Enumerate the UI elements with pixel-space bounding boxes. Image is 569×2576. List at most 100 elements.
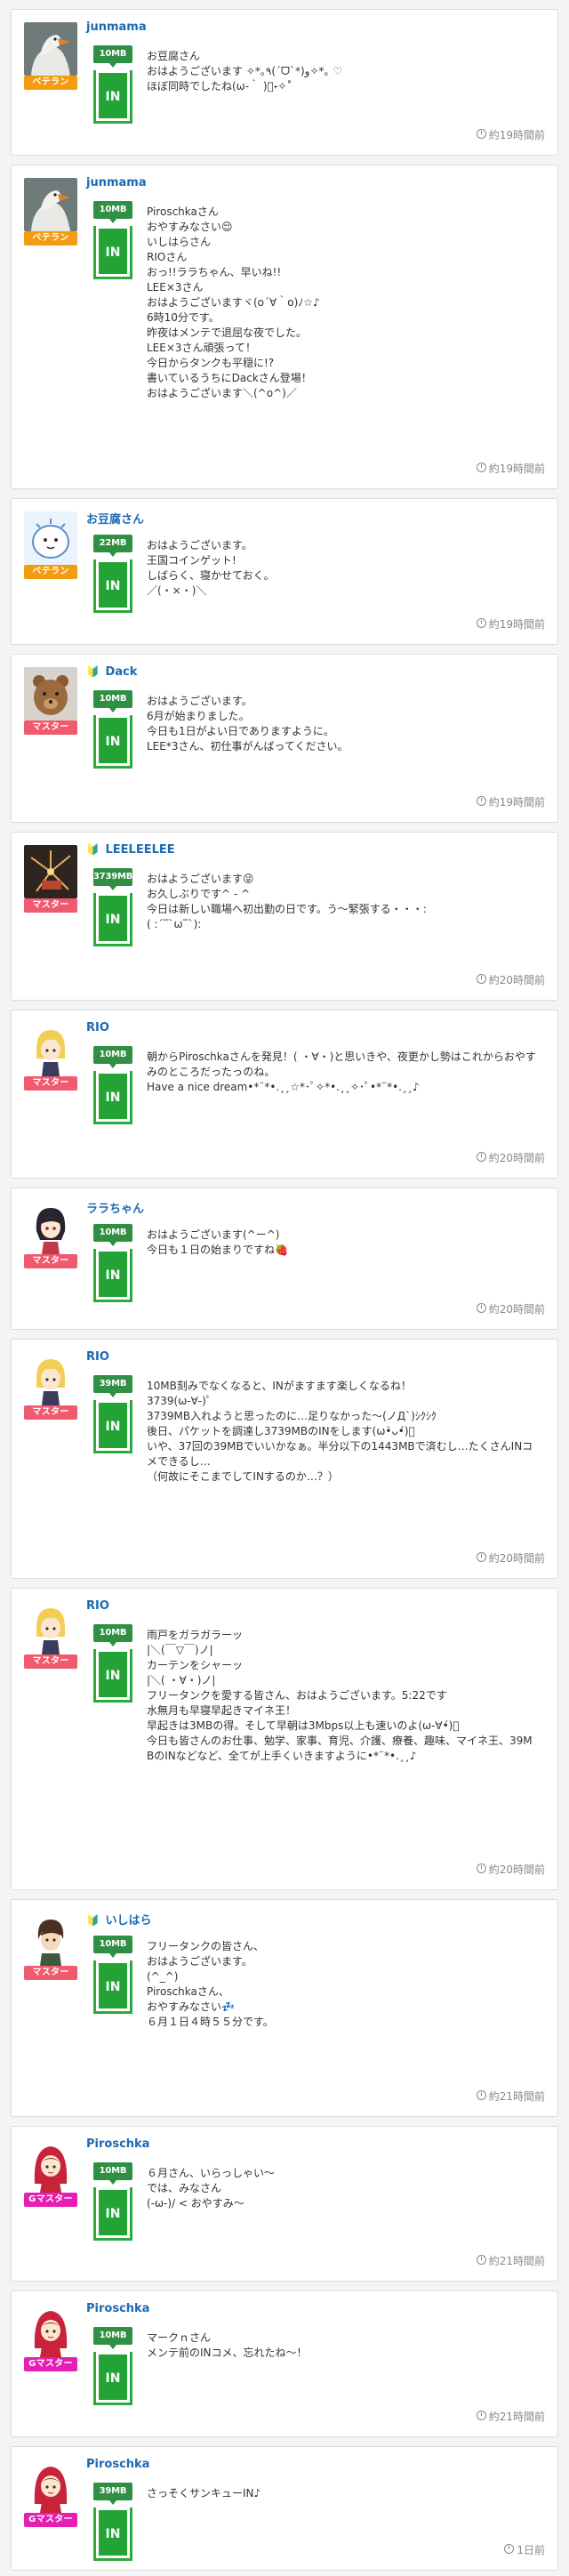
- post-timestamp[interactable]: 約19時間前: [476, 794, 545, 809]
- post-timestamp[interactable]: 約19時間前: [476, 616, 545, 632]
- message-line: Piroschkaさん、: [147, 1985, 229, 1998]
- post-timestamp[interactable]: 約21時間前: [476, 2409, 545, 2424]
- username-text[interactable]: Piroschka: [86, 2302, 149, 2315]
- post-timestamp[interactable]: 約20時間前: [476, 972, 545, 987]
- message-line: おはようございます(^ー^): [147, 1228, 280, 1241]
- message-line: さっそくサンキューIN♪: [147, 2487, 261, 2500]
- user-avatar[interactable]: [24, 511, 77, 565]
- username-link[interactable]: RIO: [86, 1350, 109, 1364]
- message-line: おはようございます😜: [147, 873, 254, 885]
- timestamp-text: 約19時間前: [488, 463, 545, 475]
- user-avatar[interactable]: [24, 667, 77, 720]
- username-link[interactable]: junmama: [86, 20, 147, 34]
- user-avatar[interactable]: [24, 178, 77, 231]
- user-avatar[interactable]: [24, 2304, 77, 2357]
- message-line: 10MB刻みでなくなると、INがますます楽しくなるね！: [147, 1380, 412, 1392]
- clock-icon: [476, 1152, 486, 1162]
- tank-icon: IN: [93, 2352, 132, 2405]
- message-line: お久しぶりです^ ‐ ^: [147, 888, 251, 900]
- username-link[interactable]: 🔰 LEELEELEE: [86, 843, 175, 857]
- username-text[interactable]: いしはら: [105, 1914, 151, 1928]
- message-line: フリータンクを愛する皆さん、おはようございます。5:22です: [147, 1689, 447, 1702]
- post-timestamp[interactable]: 約20時間前: [476, 1862, 545, 1877]
- post-message: 雨戸をガラガラーッ |＼(￣▽￣)ノ| カーテンをシャーッ |＼( ・∀・)ノ| フリー…: [147, 1628, 538, 1764]
- user-avatar[interactable]: [24, 1352, 77, 1405]
- tank-in-label: IN: [99, 229, 127, 274]
- username-text[interactable]: junmama: [86, 176, 147, 189]
- username-text[interactable]: ララちゃん: [86, 1203, 144, 1216]
- username-link[interactable]: 🔰 いしはら: [86, 1911, 152, 1928]
- post-card: マスター 🔰 Dack 10MB IN おはようございます。 6月が始まりました。…: [11, 654, 558, 823]
- post-timestamp[interactable]: 約19時間前: [476, 461, 545, 476]
- post-timestamp[interactable]: 約21時間前: [476, 2253, 545, 2268]
- beginner-mark-icon: 🔰: [86, 1914, 100, 1927]
- username-text[interactable]: RIO: [86, 1021, 109, 1034]
- username-text[interactable]: お豆腐さん: [86, 513, 144, 527]
- message-line: 今日は新しい職場へ初出勤の日です。う〜緊張する・・・:: [147, 903, 427, 915]
- clock-icon: [504, 2544, 515, 2554]
- username-text[interactable]: RIO: [86, 1350, 109, 1364]
- tank-icon: IN: [93, 715, 132, 769]
- post-card: Gマスター Piroschka 39MB IN さっそくサンキューIN♪ 1日前: [11, 2446, 558, 2571]
- timestamp-text: 約20時間前: [488, 1152, 545, 1164]
- tank-in-label: IN: [99, 2355, 127, 2400]
- message-line: 6時10分です。: [147, 311, 220, 324]
- user-avatar[interactable]: [24, 2139, 77, 2193]
- post-timestamp[interactable]: 約20時間前: [476, 1150, 545, 1165]
- message-line: （何故にそこまでしてINするのか…？）: [147, 1470, 339, 1483]
- username-link[interactable]: 🔰 Dack: [86, 665, 137, 679]
- username-link[interactable]: お豆腐さん: [86, 510, 144, 527]
- tank-in-label: IN: [99, 1252, 127, 1297]
- message-line: Piroschkaさん: [147, 205, 219, 218]
- data-size-badge: 10MB: [93, 2327, 132, 2349]
- post-timestamp[interactable]: 約20時間前: [476, 1550, 545, 1566]
- username-link[interactable]: ララちゃん: [86, 1199, 144, 1216]
- username-text[interactable]: Dack: [105, 665, 137, 679]
- tank-icon: IN: [93, 1960, 132, 2014]
- post-card: Gマスター Piroschka 10MB IN ６月さん、いらっしゃい〜 では、み…: [11, 2126, 558, 2282]
- user-avatar[interactable]: [24, 1912, 77, 1966]
- username-text[interactable]: junmama: [86, 20, 147, 34]
- username-link[interactable]: RIO: [86, 1599, 109, 1613]
- post-timestamp[interactable]: 約19時間前: [476, 127, 545, 142]
- post-card: ベテラン junmama 10MB IN お豆腐さん おはようございます ✧*｡٩…: [11, 9, 558, 156]
- username-link[interactable]: Piroschka: [86, 2458, 149, 2471]
- user-avatar[interactable]: [24, 22, 77, 76]
- username-text[interactable]: RIO: [86, 1599, 109, 1613]
- message-line: いしはらさん: [147, 236, 212, 248]
- tank-icon: IN: [93, 893, 132, 946]
- username-link[interactable]: Piroschka: [86, 2137, 149, 2151]
- user-avatar[interactable]: [24, 2459, 77, 2513]
- message-line: |＼(￣▽￣)ノ|: [147, 1644, 213, 1656]
- timestamp-text: 約20時間前: [488, 1303, 545, 1316]
- user-avatar[interactable]: [24, 845, 77, 898]
- post-message: さっそくサンキューIN♪: [147, 2486, 538, 2501]
- data-size-badge: 10MB: [93, 2162, 132, 2185]
- rank-badge: マスター: [24, 1654, 77, 1669]
- post-timestamp[interactable]: 約20時間前: [476, 1301, 545, 1316]
- username-text[interactable]: Piroschka: [86, 2137, 149, 2151]
- username-text[interactable]: LEELEELEE: [105, 843, 174, 857]
- message-line: 今日も皆さんのお仕事、勉学、家事、育児、介護、療養、趣味、マイネ王、39MBのI…: [147, 1735, 533, 1762]
- post-card: マスター 🔰 LEELEELEE 3739MB IN おはようございます😜 お久し…: [11, 832, 558, 1001]
- message-line: おはようございます。: [147, 1955, 252, 1968]
- tank-in-label: IN: [99, 1652, 127, 1697]
- user-avatar[interactable]: [24, 1201, 77, 1254]
- user-avatar[interactable]: [24, 1023, 77, 1076]
- data-size-badge: 10MB: [93, 690, 132, 712]
- username-text[interactable]: Piroschka: [86, 2458, 149, 2471]
- rank-badge: マスター: [24, 720, 77, 735]
- user-avatar[interactable]: [24, 1601, 77, 1654]
- post-timestamp[interactable]: 1日前: [504, 2542, 545, 2557]
- tank-in-label: IN: [99, 73, 127, 118]
- post-timestamp[interactable]: 約21時間前: [476, 2089, 545, 2104]
- clock-icon: [476, 463, 486, 472]
- username-link[interactable]: RIO: [86, 1021, 109, 1034]
- rank-badge: マスター: [24, 1405, 77, 1420]
- username-link[interactable]: Piroschka: [86, 2302, 149, 2315]
- message-line: マークｎさん: [147, 2331, 212, 2344]
- message-line: RIOさん: [147, 251, 188, 263]
- clock-icon: [476, 1864, 486, 1873]
- message-line: ／(・×・)＼: [147, 584, 207, 597]
- username-link[interactable]: junmama: [86, 176, 147, 189]
